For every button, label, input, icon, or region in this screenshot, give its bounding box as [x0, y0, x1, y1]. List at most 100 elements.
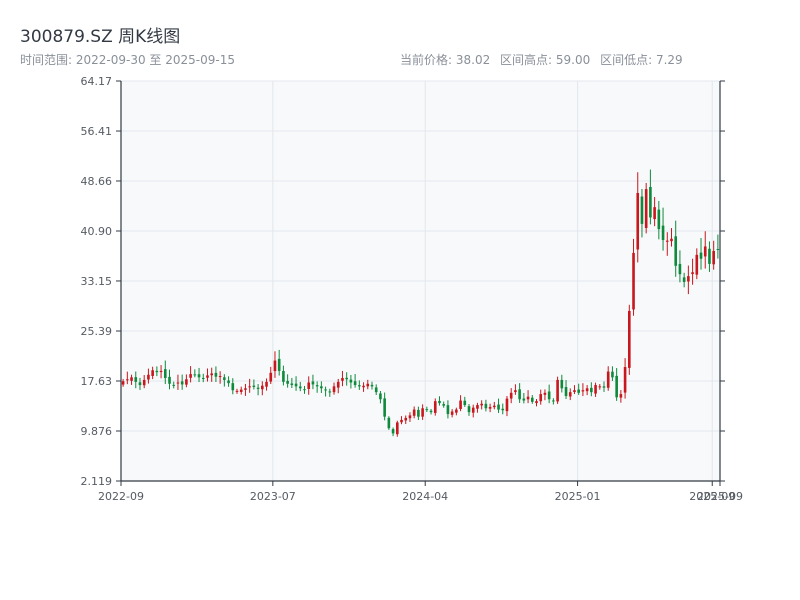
candle-body: [256, 387, 260, 389]
candle-body: [277, 358, 281, 371]
candle-body: [509, 392, 513, 399]
candle-body: [197, 374, 201, 378]
candle-body: [395, 422, 399, 435]
candle-body: [657, 209, 661, 230]
candle-body: [505, 398, 509, 412]
candle-body: [315, 385, 319, 387]
candle-body: [560, 379, 564, 389]
y-tick-label: 56.41: [81, 125, 113, 138]
candle-body: [408, 415, 412, 419]
candle-body: [581, 390, 585, 392]
candle-body: [328, 391, 332, 393]
candle-body: [417, 409, 420, 417]
candle-body: [429, 410, 433, 413]
candle-body: [471, 407, 475, 413]
candle-body: [294, 383, 298, 387]
candle-body: [210, 373, 214, 376]
candle-body: [252, 385, 256, 388]
candle-body: [573, 390, 576, 392]
candle-body: [577, 389, 580, 393]
candle-body: [358, 385, 361, 387]
y-tick-label: 48.66: [81, 175, 113, 188]
candle-body: [290, 383, 294, 386]
candle-body: [218, 376, 222, 378]
candle-body: [438, 400, 441, 404]
candle-body: [552, 400, 555, 402]
y-tick-label: 25.39: [81, 325, 113, 338]
candle-body: [383, 398, 386, 417]
candle-body: [484, 403, 488, 409]
y-tick-label: 33.15: [81, 275, 113, 288]
x-tick-label: 2025-09: [697, 490, 743, 503]
candle-body: [244, 388, 247, 390]
candle-body: [324, 389, 327, 391]
candle-body: [303, 389, 306, 391]
candle-body: [623, 367, 627, 393]
candle-body: [151, 370, 154, 376]
candle-body: [176, 382, 180, 384]
x-tick-label: 2023-07: [250, 490, 296, 503]
candle-body: [530, 397, 534, 402]
candle-body: [699, 252, 703, 259]
candle-body: [206, 375, 209, 378]
candle-body: [497, 404, 500, 410]
candle-body: [269, 372, 273, 382]
candle-body: [636, 192, 640, 250]
candle-body: [615, 375, 618, 398]
candle-body: [147, 374, 150, 380]
candle-body: [598, 386, 602, 388]
candle-body: [522, 398, 526, 401]
candle-body: [611, 371, 614, 378]
candle-body: [214, 372, 218, 377]
candle-body: [362, 385, 365, 388]
candle-body: [644, 189, 648, 228]
x-tick-label: 2022-09: [98, 490, 144, 503]
candle-body: [539, 394, 543, 402]
candle-body: [387, 417, 391, 429]
candle-body: [703, 246, 707, 257]
candle-body: [606, 371, 610, 388]
candle-body: [543, 392, 547, 395]
y-tick-label: 40.90: [81, 225, 113, 238]
candle-body: [353, 381, 357, 386]
candle-body: [627, 310, 631, 368]
candle-body: [168, 376, 171, 384]
candle-body: [585, 388, 589, 392]
candle-body: [425, 409, 429, 411]
candle-body: [488, 406, 492, 409]
candle-body: [682, 277, 686, 282]
candle-body: [467, 406, 471, 413]
candle-body: [193, 374, 197, 376]
candle-body: [239, 389, 243, 392]
candle-body: [712, 250, 715, 265]
candle-body: [349, 379, 353, 383]
candle-body: [345, 377, 348, 380]
candle-body: [134, 377, 138, 382]
candle-body: [665, 240, 669, 242]
candle-body: [678, 263, 682, 275]
candle-body: [311, 381, 315, 385]
candle-body: [476, 405, 479, 409]
candle-body: [619, 394, 623, 398]
y-tick-label: 64.17: [81, 75, 113, 88]
candle-body: [235, 390, 239, 392]
candle-body: [501, 408, 505, 411]
candle-body: [248, 386, 251, 388]
candle-body: [121, 381, 125, 385]
candle-body: [459, 400, 462, 409]
candle-body: [273, 360, 277, 372]
candle-body: [172, 384, 176, 386]
candle-body: [231, 383, 235, 391]
candle-body: [341, 377, 344, 381]
candle-body: [602, 386, 606, 388]
candle-body: [404, 417, 408, 421]
candle-body: [223, 377, 226, 380]
candle-body: [535, 401, 538, 404]
candle-body: [661, 225, 665, 241]
x-tick-label: 2025-01: [555, 490, 601, 503]
candle-body: [695, 254, 699, 275]
y-tick-label: 9.876: [81, 425, 113, 438]
candle-body: [463, 400, 467, 406]
candle-body: [564, 387, 568, 397]
candle-body: [366, 383, 370, 387]
